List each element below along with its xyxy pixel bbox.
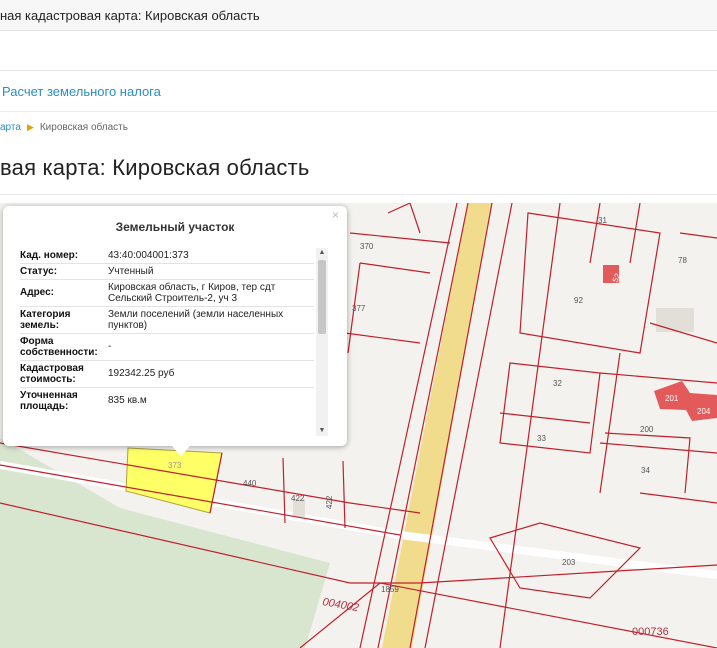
info-row-status: Статус: Учтенный: [20, 264, 314, 280]
window-title-bar: ная кадастровая карта: Кировская область: [0, 0, 717, 31]
popup-scrollbar[interactable]: ▲ ▼: [316, 248, 328, 436]
page-title: вая карта: Кировская область: [0, 155, 310, 180]
tab-land-tax-calculation[interactable]: Расчет земельного налога: [2, 84, 161, 99]
info-value: -: [108, 341, 112, 352]
map-label-34: 34: [641, 466, 650, 475]
map-label-31: 31: [598, 216, 607, 225]
scroll-down-icon[interactable]: ▼: [316, 426, 328, 436]
info-key: Кадастровая стоимость:: [20, 363, 84, 385]
map-label-78: 78: [678, 256, 687, 265]
info-value: 835 кв.м: [108, 395, 147, 406]
map-label-370: 370: [360, 242, 374, 251]
map-label-377: 377: [352, 304, 366, 313]
popup-pointer: [172, 446, 190, 456]
map-label-373: 373: [168, 461, 182, 470]
info-value: 192342.25 руб: [108, 368, 175, 379]
window-title: ная кадастровая карта: Кировская область: [0, 8, 260, 23]
map-label-92: 92: [574, 296, 583, 305]
map-label-33: 33: [537, 434, 546, 443]
info-row-cadastral-number: Кад. номер: 43:40:004001:373: [20, 248, 314, 264]
map-label-32: 32: [553, 379, 562, 388]
info-key: Уточненная площадь:: [20, 390, 78, 412]
map-label-422a: 422: [291, 494, 305, 503]
map-label-440: 440: [243, 479, 257, 488]
map-label-200: 200: [640, 425, 654, 434]
breadcrumb-separator-icon: ▶: [26, 122, 34, 132]
breadcrumb: арта ▶ Кировская область: [0, 122, 128, 133]
info-row-cadastral-value: Кадастровая стоимость: 192342.25 руб: [20, 361, 314, 388]
tab-divider: [0, 70, 717, 71]
breadcrumb-link-map[interactable]: арта: [0, 122, 21, 133]
map-label-201: 201: [665, 394, 679, 403]
scrollbar-thumb[interactable]: [318, 260, 326, 334]
scroll-up-icon[interactable]: ▲: [316, 248, 328, 258]
building-78: [656, 308, 694, 332]
info-row-address: Адрес: Кировская область, г Киров, тер с…: [20, 280, 314, 307]
info-value: 43:40:004001:373: [108, 250, 189, 261]
info-value: Учтенный: [108, 266, 154, 277]
info-row-specified-area: Уточненная площадь: 835 кв.м: [20, 388, 314, 414]
breadcrumb-divider: [0, 111, 717, 112]
breadcrumb-current: Кировская область: [39, 122, 128, 133]
title-divider: [0, 194, 717, 195]
info-value: Кировская область, г Киров, тер сдт Сель…: [108, 282, 276, 304]
info-key: Форма собственности:: [20, 336, 98, 358]
info-value: Земли поселений (земли населенных пункто…: [108, 309, 284, 331]
info-row-ownership-form: Форма собственности: -: [20, 334, 314, 361]
map-label-204: 204: [697, 407, 711, 416]
parcel-info-popup: × Земельный участок Кад. номер: 43:40:00…: [3, 206, 347, 446]
parcel-info-table: Кад. номер: 43:40:004001:373 Статус: Учт…: [20, 248, 314, 414]
info-key: Категория земель:: [20, 309, 71, 331]
info-key: Кад. номер:: [20, 250, 79, 261]
info-key: Статус:: [20, 266, 58, 277]
map-label-422b: 422: [325, 495, 334, 509]
info-key: Адрес:: [20, 287, 54, 298]
map-label-000736: 000736: [632, 626, 669, 638]
popup-title: Земельный участок: [115, 220, 235, 234]
map-label-203: 203: [562, 558, 576, 567]
map-label-1859: 1859: [381, 585, 399, 594]
info-row-land-category: Категория земель: Земли поселений (земли…: [20, 307, 314, 334]
